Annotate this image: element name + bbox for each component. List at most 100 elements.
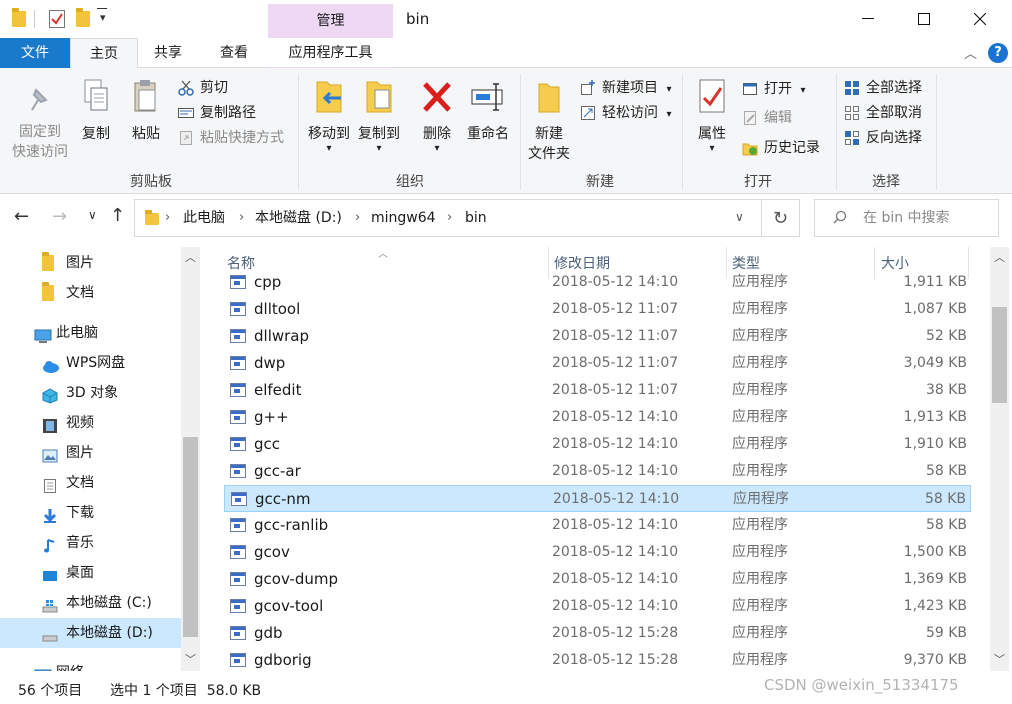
- easy-access-button[interactable]: 轻松访问 ▾: [580, 101, 671, 125]
- properties-button[interactable]: 属性 ▾: [688, 76, 736, 154]
- breadcrumb-mingw64[interactable]: mingw64: [371, 200, 436, 236]
- nav-item-this-pc[interactable]: 此电脑: [0, 318, 181, 348]
- open-button[interactable]: 打开 ▾: [742, 77, 805, 101]
- back-arrow-icon[interactable]: ←: [14, 206, 29, 227]
- nav-item-wps-drive[interactable]: WPS网盘: [0, 348, 181, 378]
- nav-scrollbar[interactable]: ︿ ﹀: [181, 247, 200, 671]
- nav-item-drive-d[interactable]: 本地磁盘 (D:): [0, 618, 181, 648]
- customize-quick-access-icon[interactable]: ▾: [100, 11, 106, 24]
- breadcrumb-this-pc[interactable]: 此电脑: [183, 200, 225, 236]
- file-list-scrollbar-thumb[interactable]: [992, 307, 1007, 403]
- table-row[interactable]: gcc 2018-05-12 14:10 应用程序 1,910 KB: [224, 431, 971, 458]
- nav-item-pictures-quick[interactable]: 图片: [0, 248, 181, 278]
- move-to-button[interactable]: 移动到 ▾: [304, 76, 354, 154]
- refresh-icon: ↻: [772, 207, 789, 229]
- chevron-right-icon[interactable]: ›: [239, 200, 244, 236]
- collapse-ribbon-icon[interactable]: ︿: [964, 43, 977, 62]
- nav-item-pictures[interactable]: 图片: [0, 438, 181, 468]
- new-item-button[interactable]: 新建项目 ▾: [580, 76, 671, 100]
- select-all-button[interactable]: 全部选择: [844, 76, 922, 100]
- chevron-right-icon[interactable]: ›: [355, 200, 360, 236]
- application-icon: [230, 653, 246, 667]
- file-list-scrollbar[interactable]: ︿ ﹀: [990, 247, 1009, 671]
- minimize-button[interactable]: [840, 0, 896, 38]
- nav-scrollbar-thumb[interactable]: [183, 437, 198, 637]
- address-bar[interactable]: › 此电脑 › 本地磁盘 (D:) › mingw64 › bin ∨: [134, 199, 762, 237]
- close-button[interactable]: [952, 0, 1008, 38]
- edit-button[interactable]: 编辑: [742, 106, 792, 130]
- nav-item-3d-objects[interactable]: 3D 对象: [0, 378, 181, 408]
- help-icon[interactable]: ?: [988, 43, 1008, 63]
- table-row[interactable]: dlltool 2018-05-12 11:07 应用程序 1,087 KB: [224, 296, 971, 323]
- chevron-right-icon[interactable]: ›: [165, 200, 170, 236]
- copy-path-button[interactable]: 复制路径: [178, 101, 256, 125]
- tab-file[interactable]: 文件: [0, 38, 70, 68]
- history-button[interactable]: 历史记录: [742, 136, 820, 160]
- invert-selection-button[interactable]: 反向选择: [844, 126, 922, 150]
- scroll-down-arrow-icon[interactable]: ﹀: [185, 651, 196, 667]
- up-arrow-icon[interactable]: ↑: [110, 205, 125, 226]
- file-type: 应用程序: [732, 301, 788, 317]
- delete-button[interactable]: 删除 ▾: [416, 76, 458, 154]
- address-history-chevron-icon[interactable]: ∨: [735, 210, 744, 224]
- scroll-up-arrow-icon[interactable]: ︿: [994, 249, 1005, 265]
- nav-item-desktop[interactable]: 桌面: [0, 558, 181, 588]
- document-icon: [42, 475, 58, 493]
- new-folder-button[interactable]: 新建 文件夹: [524, 76, 574, 164]
- table-row[interactable]: gcc-ranlib 2018-05-12 14:10 应用程序 58 KB: [224, 512, 971, 539]
- select-none-button[interactable]: 全部取消: [844, 101, 922, 125]
- search-box[interactable]: 在 bin 中搜索: [814, 199, 999, 237]
- rename-button[interactable]: 重命名: [462, 76, 514, 144]
- nav-item-downloads[interactable]: 下载: [0, 498, 181, 528]
- tab-app-tools[interactable]: 应用程序工具: [268, 38, 393, 69]
- system-drive-icon: [42, 595, 58, 613]
- file-date: 2018-05-12 14:10: [553, 491, 680, 507]
- cut-button[interactable]: 剪切: [178, 76, 228, 100]
- move-to-icon: [316, 81, 342, 113]
- nav-item-music[interactable]: 音乐: [0, 528, 181, 558]
- maximize-button[interactable]: [896, 0, 952, 38]
- chevron-right-icon[interactable]: ›: [447, 200, 452, 236]
- forward-arrow-icon[interactable]: →: [52, 206, 67, 227]
- table-row[interactable]: gcov-tool 2018-05-12 14:10 应用程序 1,423 KB: [224, 593, 971, 620]
- application-icon: [230, 518, 246, 532]
- nav-item-documents-quick[interactable]: 文档: [0, 278, 181, 308]
- copy-to-button[interactable]: 复制到 ▾: [354, 76, 404, 154]
- file-size: 9,370 KB: [903, 652, 967, 668]
- breadcrumb-drive-d[interactable]: 本地磁盘 (D:): [255, 200, 342, 236]
- table-row[interactable]: gcov-dump 2018-05-12 14:10 应用程序 1,369 KB: [224, 566, 971, 593]
- file-type: 应用程序: [732, 274, 788, 290]
- table-row[interactable]: dllwrap 2018-05-12 11:07 应用程序 52 KB: [224, 323, 971, 350]
- drive-icon: [42, 625, 58, 642]
- table-row[interactable]: gdborig 2018-05-12 15:28 应用程序 9,370 KB: [224, 647, 971, 671]
- table-row[interactable]: cpp 2018-05-12 14:10 应用程序 1,911 KB: [224, 269, 971, 296]
- scroll-up-arrow-icon[interactable]: ︿: [185, 249, 196, 265]
- nav-item-documents[interactable]: 文档: [0, 468, 181, 498]
- breadcrumb-bin[interactable]: bin: [465, 200, 487, 236]
- refresh-button[interactable]: ↻: [762, 199, 800, 237]
- table-row[interactable]: gcov 2018-05-12 14:10 应用程序 1,500 KB: [224, 539, 971, 566]
- easy-access-label: 轻松访问: [602, 105, 658, 121]
- table-row[interactable]: dwp 2018-05-12 11:07 应用程序 3,049 KB: [224, 350, 971, 377]
- table-row[interactable]: g++ 2018-05-12 14:10 应用程序 1,913 KB: [224, 404, 971, 431]
- copy-button[interactable]: 复制: [74, 78, 118, 144]
- tab-share[interactable]: 共享: [140, 38, 196, 68]
- paste-button[interactable]: 粘贴: [124, 78, 168, 144]
- paste-shortcut-button[interactable]: 粘贴快捷方式: [178, 126, 284, 150]
- table-row[interactable]: gdb 2018-05-12 15:28 应用程序 59 KB: [224, 620, 971, 647]
- tab-manage[interactable]: 管理: [268, 4, 393, 38]
- file-type: 应用程序: [732, 598, 788, 614]
- table-row[interactable]: gcc-nm 2018-05-12 14:10 应用程序 58 KB: [224, 485, 971, 512]
- new-folder-quick-icon[interactable]: [76, 8, 90, 27]
- tab-home[interactable]: 主页: [70, 38, 138, 69]
- nav-item-network[interactable]: 网络: [0, 658, 181, 671]
- recent-locations-chevron-icon[interactable]: ∨: [88, 208, 97, 222]
- scroll-down-arrow-icon[interactable]: ﹀: [994, 651, 1005, 667]
- nav-item-videos[interactable]: 视频: [0, 408, 181, 438]
- pin-quick-access-button[interactable]: 固定到 快速访问: [8, 82, 72, 162]
- tab-view[interactable]: 查看: [205, 38, 263, 68]
- nav-item-drive-c[interactable]: 本地磁盘 (C:): [0, 588, 181, 618]
- properties-quick-icon[interactable]: [49, 10, 65, 28]
- table-row[interactable]: gcc-ar 2018-05-12 14:10 应用程序 58 KB: [224, 458, 971, 485]
- table-row[interactable]: elfedit 2018-05-12 11:07 应用程序 38 KB: [224, 377, 971, 404]
